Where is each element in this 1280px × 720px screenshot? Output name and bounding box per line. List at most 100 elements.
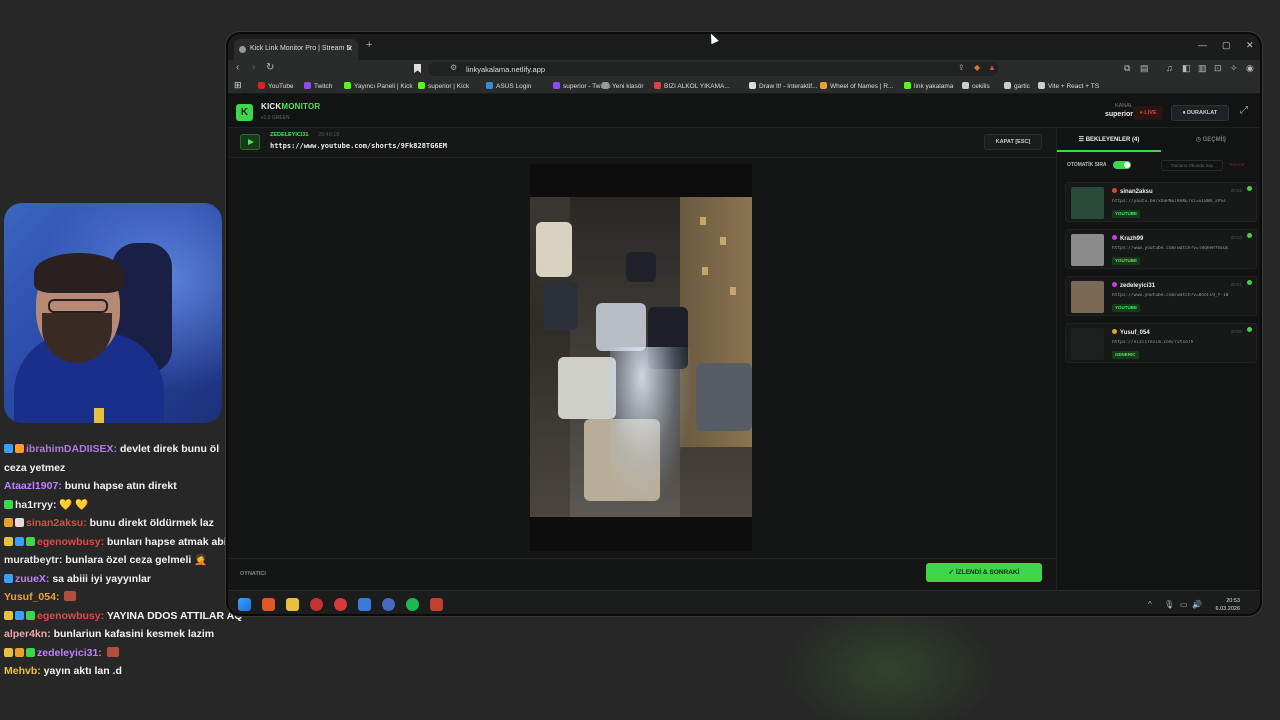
chat-username: alper4kn: [4, 628, 51, 640]
bookmark-item[interactable]: Wheel of Names | R... [820, 82, 893, 90]
volume-icon[interactable]: 🔊 [1192, 600, 1202, 609]
chat-badge-icon [4, 573, 13, 583]
steam-icon[interactable] [358, 598, 371, 611]
bookmark-item[interactable]: BIZI ALKOL YIKAMA... [654, 82, 730, 90]
bookmark-item[interactable]: YouTube [258, 82, 294, 90]
app-version: v1.0 GREEN [261, 115, 290, 121]
bookmark-favicon-icon [304, 82, 311, 89]
app-grid-icon[interactable] [430, 598, 443, 611]
wallet-icon[interactable]: ⊡ [1214, 63, 1222, 74]
tray-chevron-icon[interactable]: ^ [1148, 600, 1152, 609]
bookmark-item[interactable]: superior | Kick [418, 82, 469, 90]
chat-text: 💛 💛 [59, 498, 89, 511]
maps-icon[interactable] [310, 598, 323, 611]
clear-button[interactable]: Temizle [1229, 162, 1244, 167]
bookmark-favicon-icon [1004, 82, 1011, 89]
current-link-bar: ZEDELEYICI31 20:49:18 https://www.youtub… [228, 128, 1056, 158]
watched-next-button[interactable]: ✓ İZLENDİ & SONRAKİ [926, 563, 1042, 582]
webcam-overlay [4, 203, 222, 423]
vpn-icon[interactable]: ◉ [1246, 63, 1254, 74]
fullscreen-icon[interactable]: ⤢ [1240, 105, 1248, 116]
chat-username: egenowbusy: [37, 609, 105, 622]
app-blue-icon[interactable] [382, 598, 395, 611]
reader-icon[interactable]: ▤ [1140, 63, 1149, 74]
reload-icon[interactable]: ↻ [266, 62, 274, 73]
queue-card[interactable]: sinan2aksu 20:52 https://youtu.be/xOuPNuTK… [1065, 182, 1257, 222]
bookmark-favicon-icon [654, 82, 661, 89]
bookmark-item[interactable]: Twitch [304, 82, 332, 90]
bookmark-icon[interactable] [414, 64, 421, 73]
queue-url: https://www.youtube.com/watch?v=T8qheRfo… [1112, 246, 1229, 251]
queue-card[interactable]: Yusuf_054 20:50 https://nizliresim.com/rvt… [1065, 323, 1257, 363]
bookmark-item[interactable]: Yayıncı Paneli | Kick [344, 82, 413, 90]
new-tab-icon[interactable]: + [366, 39, 372, 51]
queue-type-badge: YOUTUBE [1112, 304, 1141, 312]
video-player[interactable] [530, 197, 752, 517]
chat-text: bunlara özel ceza gelmeli 🤦 [65, 554, 208, 566]
tab-history[interactable]: ◷ GEÇMİŞ [1161, 128, 1260, 152]
clock-time: 20:53 [1226, 598, 1240, 604]
close-window-icon[interactable]: ✕ [1246, 40, 1254, 51]
mic-icon[interactable]: 🎙 [1164, 600, 1174, 609]
app-header: K KICKMONITOR v1.0 GREEN KANAL superior … [228, 94, 1260, 128]
bookmark-item[interactable]: gartic [1004, 82, 1030, 90]
close-player-button[interactable]: KAPAT [ESC] [984, 134, 1042, 150]
chat-message: zedeleyici31: [4, 644, 244, 663]
queue-card[interactable]: zedeleyici31 20:51 https://www.youtube.com… [1065, 276, 1257, 316]
file-explorer-icon[interactable] [286, 598, 299, 611]
url-field[interactable]: ⚙ linkyakalama.netlify.app ⇪ ◆ ▲ [414, 62, 998, 76]
close-tab-icon[interactable]: ✕ [346, 44, 353, 53]
browser-tab[interactable]: Kick Link Monitor Pro | Stream D ✕ [234, 39, 358, 60]
mark-all-read-button[interactable]: Tümünü Okundu Say [1161, 160, 1223, 171]
brave-shield-icon[interactable]: ◆ [974, 63, 980, 72]
current-link-url[interactable]: https://www.youtube.com/shorts/9Fk828TG6… [270, 142, 447, 150]
forward-icon[interactable]: › [252, 62, 255, 73]
share-icon[interactable]: ⇪ [958, 63, 965, 72]
auto-order-toggle[interactable] [1113, 161, 1131, 169]
minimize-icon[interactable]: — [1198, 40, 1207, 50]
bookmark-item[interactable]: cekilis [962, 82, 990, 90]
bookmark-item[interactable]: Yeni klasör [602, 82, 644, 90]
clock-date: 6.03.2026 [1215, 606, 1240, 612]
chat-username: ibrahimDADIISEX: [26, 443, 118, 455]
chat-username: egenowbusy: [37, 535, 105, 548]
start-icon[interactable] [238, 598, 251, 611]
queue-url: https://youtu.be/xOuPNuTKkKE?si=vIB8R_2P… [1112, 199, 1226, 204]
bookmark-favicon-icon [749, 82, 756, 89]
taskbar-clock[interactable]: 20:53 6.03.2026 [1204, 597, 1240, 613]
chat-badge-icon [4, 536, 13, 546]
collections-icon[interactable]: ▥ [1198, 63, 1207, 74]
bookmark-favicon-icon [602, 82, 609, 89]
tab-waiting[interactable]: ☰ BEKLEYENLER (4) [1057, 128, 1161, 152]
bookmark-item[interactable]: ASUS Login [486, 82, 531, 90]
app-red-icon[interactable] [334, 598, 347, 611]
network-icon[interactable]: ▭ [1180, 600, 1188, 609]
bookmark-item[interactable]: Vite + React + TS [1038, 82, 1099, 90]
chat-message: egenowbusy: bunları hapse atmak abi [4, 533, 244, 552]
video-frame [530, 164, 752, 551]
leo-icon[interactable]: ✧ [1230, 63, 1238, 74]
apps-grid-icon[interactable]: ⊞ [234, 80, 242, 91]
pause-button[interactable]: ⏸ DURAKLAT [1171, 105, 1229, 121]
chat-text: bunu hapse atın direkt [64, 480, 177, 492]
maximize-icon[interactable]: ▢ [1222, 40, 1231, 51]
extension-icon[interactable]: ⧉ [1124, 63, 1130, 74]
chat-text: YAYINA DDOS ATTILAR AQ [106, 609, 243, 622]
background-glow [780, 600, 1000, 720]
chat-message: sinan2aksu: bunu direkt öldürmek laz [4, 514, 244, 533]
brave-icon[interactable] [262, 598, 275, 611]
live-badge: ● LIVE [1133, 106, 1163, 120]
queue-card[interactable]: Krazh99 20:53 https://www.youtube.com/watc… [1065, 229, 1257, 269]
spotify-icon[interactable] [406, 598, 419, 611]
chat-badge-icon [15, 610, 24, 620]
sidebar-icon[interactable]: ◧ [1182, 63, 1191, 74]
brave-rewards-icon[interactable]: ▲ [988, 63, 996, 72]
bookmark-item[interactable]: Draw It! - Interaktif... [749, 82, 818, 90]
queue-user: Krazh99 [1112, 235, 1143, 242]
youtube-play-icon [240, 134, 260, 150]
site-settings-icon[interactable]: ⚙ [450, 63, 457, 72]
bookmark-favicon-icon [820, 82, 827, 89]
media-icon[interactable]: ♫ [1166, 63, 1173, 73]
back-icon[interactable]: ‹ [236, 62, 239, 73]
bookmark-item[interactable]: link yakalama [904, 82, 953, 90]
